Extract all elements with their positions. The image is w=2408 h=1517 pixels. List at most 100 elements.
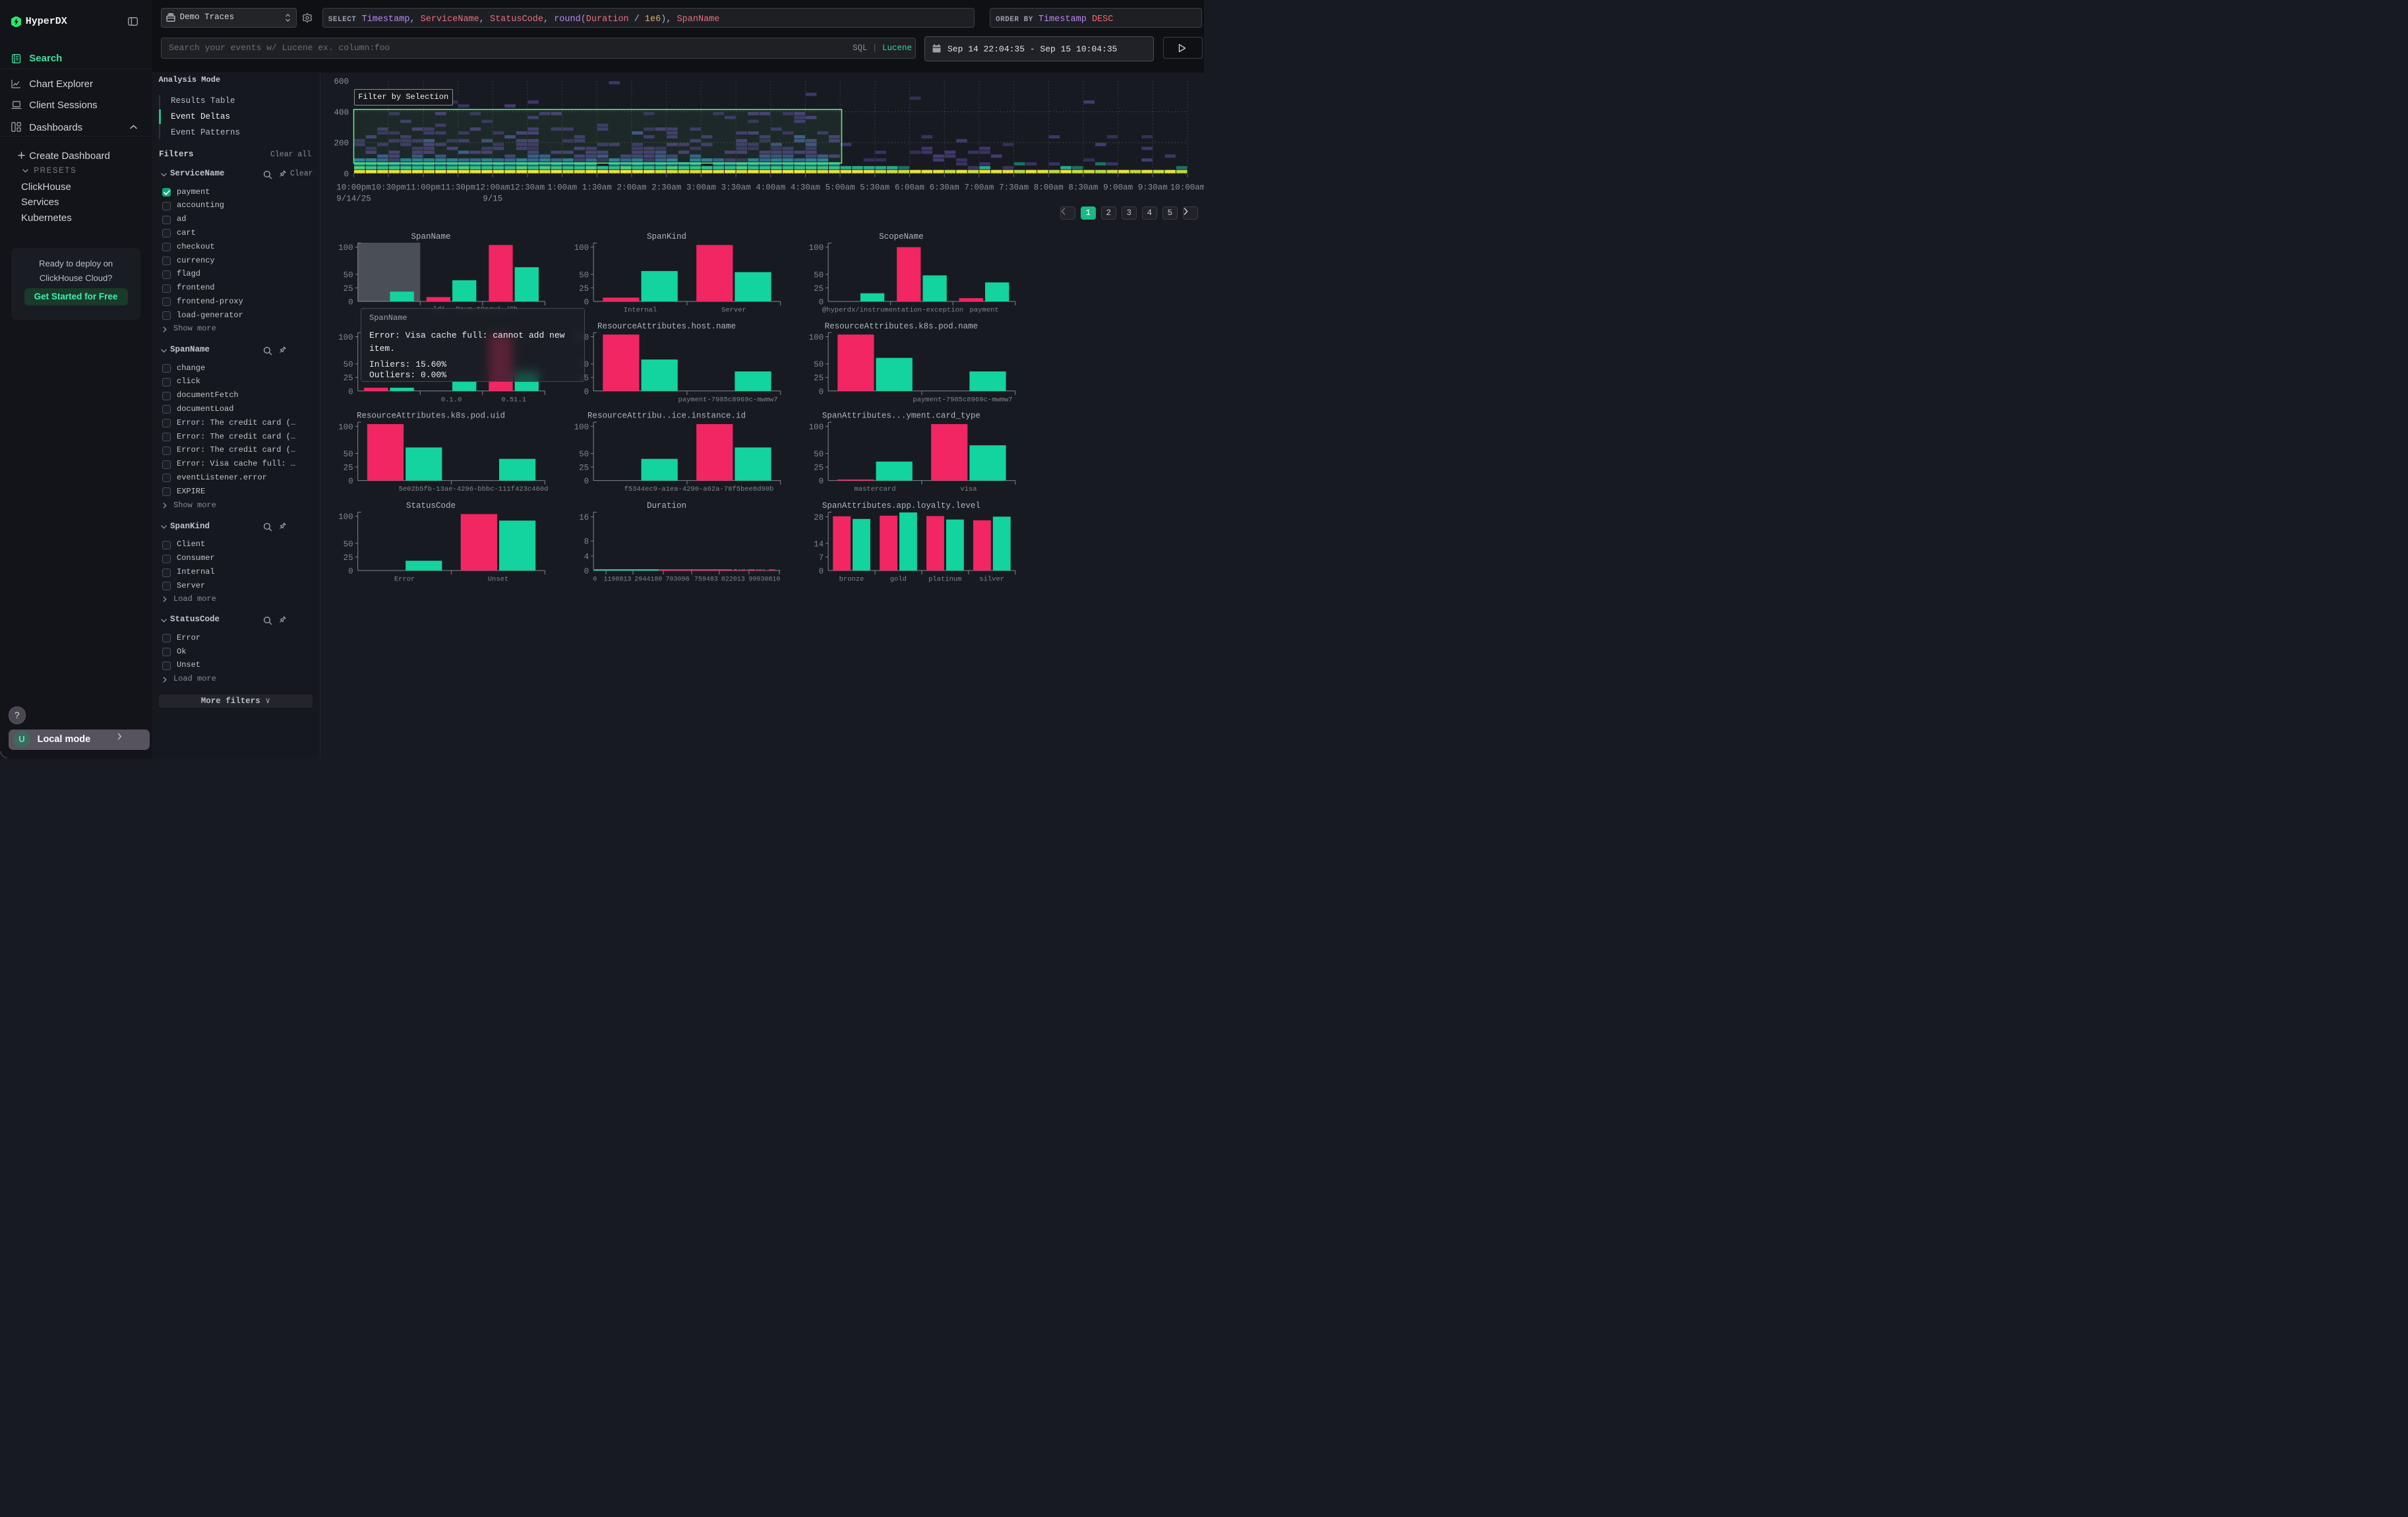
svg-text:12:30am: 12:30am [510,183,545,193]
svg-text:100: 100 [338,243,353,253]
svg-text:silver: silver [979,576,1004,584]
svg-text:Internal: Internal [624,307,657,315]
svg-text:50: 50 [579,270,589,280]
svg-text:703098: 703098 [665,576,689,584]
svg-text:SpanAttributes.app.loyalty.lev: SpanAttributes.app.loyalty.level [822,501,980,511]
svg-text:9/15: 9/15 [483,195,502,204]
svg-text:25: 25 [814,284,824,294]
svg-text:50: 50 [814,450,824,459]
svg-text:28: 28 [814,513,824,522]
svg-text:100: 100 [338,333,353,342]
svg-text:0: 0 [584,477,589,486]
svg-text:50: 50 [344,450,353,459]
svg-text:SpanKind: SpanKind [647,232,686,241]
svg-text:4:00am: 4:00am [756,183,785,193]
svg-text:25: 25 [814,464,824,473]
svg-text:0: 0 [819,387,824,396]
svg-text:8:30am: 8:30am [1068,183,1098,193]
svg-text:4: 4 [584,553,589,562]
svg-text:ResourceAttributes.k8s.pod.nam: ResourceAttributes.k8s.pod.name [825,322,978,331]
svg-text:gold: gold [890,576,907,584]
svg-text:2:30am: 2:30am [651,183,681,193]
svg-text:0: 0 [819,298,824,307]
svg-text:mastercard: mastercard [854,485,895,493]
svg-text:3:30am: 3:30am [721,183,751,193]
svg-text:100: 100 [574,243,589,253]
svg-text:10:00am: 10:00am [1170,183,1204,193]
svg-text:50: 50 [814,270,824,280]
svg-text:100: 100 [809,333,824,342]
svg-text:platinum: platinum [928,576,961,584]
svg-text:0.51.1: 0.51.1 [501,396,526,404]
svg-text:StatusCode: StatusCode [406,501,456,511]
svg-text:25: 25 [579,464,589,473]
svg-text:1:00am: 1:00am [547,183,577,193]
svg-text:Duration: Duration [647,501,686,511]
svg-text:25: 25 [344,553,353,563]
svg-text:Error: Error [394,576,415,584]
svg-text:14: 14 [814,540,824,549]
svg-text:2:00am: 2:00am [617,183,646,193]
svg-text:1:30am: 1:30am [582,183,612,193]
svg-text:0: 0 [584,387,589,396]
svg-text:8:00am: 8:00am [1034,183,1064,193]
svg-text:visa: visa [960,485,977,493]
svg-text:payment-7985c8969c-mwmw7: payment-7985c8969c-mwmw7 [678,396,777,404]
svg-text:0: 0 [348,298,353,307]
svg-text:25: 25 [344,374,353,383]
svg-text:0: 0 [593,576,597,584]
svg-text:@hyperdx/instrumentation-excep: @hyperdx/instrumentation-exception [822,307,963,315]
svg-text:100: 100 [338,423,353,432]
svg-text:SpanName: SpanName [411,232,450,241]
svg-text:1198813: 1198813 [603,576,631,584]
svg-text:200: 200 [334,139,349,148]
svg-text:0: 0 [584,567,589,576]
svg-text:100: 100 [574,423,589,432]
svg-text:50: 50 [344,270,353,280]
svg-text:bronze: bronze [839,576,864,584]
svg-text:12:00am: 12:00am [475,183,510,193]
svg-text:25: 25 [344,284,353,294]
svg-text:600: 600 [334,77,349,86]
svg-text:16: 16 [579,513,589,522]
svg-text:9:30am: 9:30am [1138,183,1168,193]
svg-text:99930810: 99930810 [748,576,780,584]
svg-text:7: 7 [819,553,824,563]
svg-text:4:30am: 4:30am [791,183,820,193]
svg-text:payment: payment [970,307,999,315]
svg-text:100: 100 [338,512,353,522]
svg-text:11:30pm: 11:30pm [440,183,475,193]
svg-text:0: 0 [348,387,353,396]
svg-text:0.1.0: 0.1.0 [441,396,462,404]
svg-text:5:00am: 5:00am [826,183,855,193]
svg-text:11:00pm: 11:00pm [406,183,441,193]
svg-text:25: 25 [579,284,589,294]
svg-text:822013: 822013 [721,576,745,584]
svg-text:ScopeName: ScopeName [879,232,924,241]
svg-text:50: 50 [579,450,589,459]
svg-text:payment-7985c8969c-mwmw7: payment-7985c8969c-mwmw7 [913,396,1012,404]
svg-text:25: 25 [814,374,824,383]
svg-text:Server: Server [721,307,746,315]
svg-text:3:00am: 3:00am [686,183,716,193]
svg-text:ResourceAttributes.k8s.pod.uid: ResourceAttributes.k8s.pod.uid [357,412,505,421]
svg-text:5:30am: 5:30am [860,183,889,193]
svg-text:2944180: 2944180 [634,576,662,584]
svg-text:0: 0 [819,477,824,486]
svg-text:10:30pm: 10:30pm [371,183,406,193]
svg-text:0: 0 [348,567,353,576]
svg-text:10:00pm: 10:00pm [336,183,371,193]
svg-text:6:30am: 6:30am [930,183,959,193]
svg-text:50: 50 [344,540,353,549]
svg-text:50: 50 [814,360,824,369]
svg-text:0: 0 [344,170,349,179]
svg-text:0: 0 [819,567,824,576]
svg-text:ResourceAttributes.host.name: ResourceAttributes.host.name [597,322,736,331]
svg-text:100: 100 [809,243,824,253]
svg-text:0: 0 [584,298,589,307]
svg-text:400: 400 [334,108,349,117]
svg-text:SpanAttributes...yment.card_ty: SpanAttributes...yment.card_type [822,412,980,421]
svg-text:6:00am: 6:00am [895,183,924,193]
svg-text:ResourceAttribu..ice.instance.: ResourceAttribu..ice.instance.id [587,412,746,421]
svg-text:7:00am: 7:00am [964,183,994,193]
